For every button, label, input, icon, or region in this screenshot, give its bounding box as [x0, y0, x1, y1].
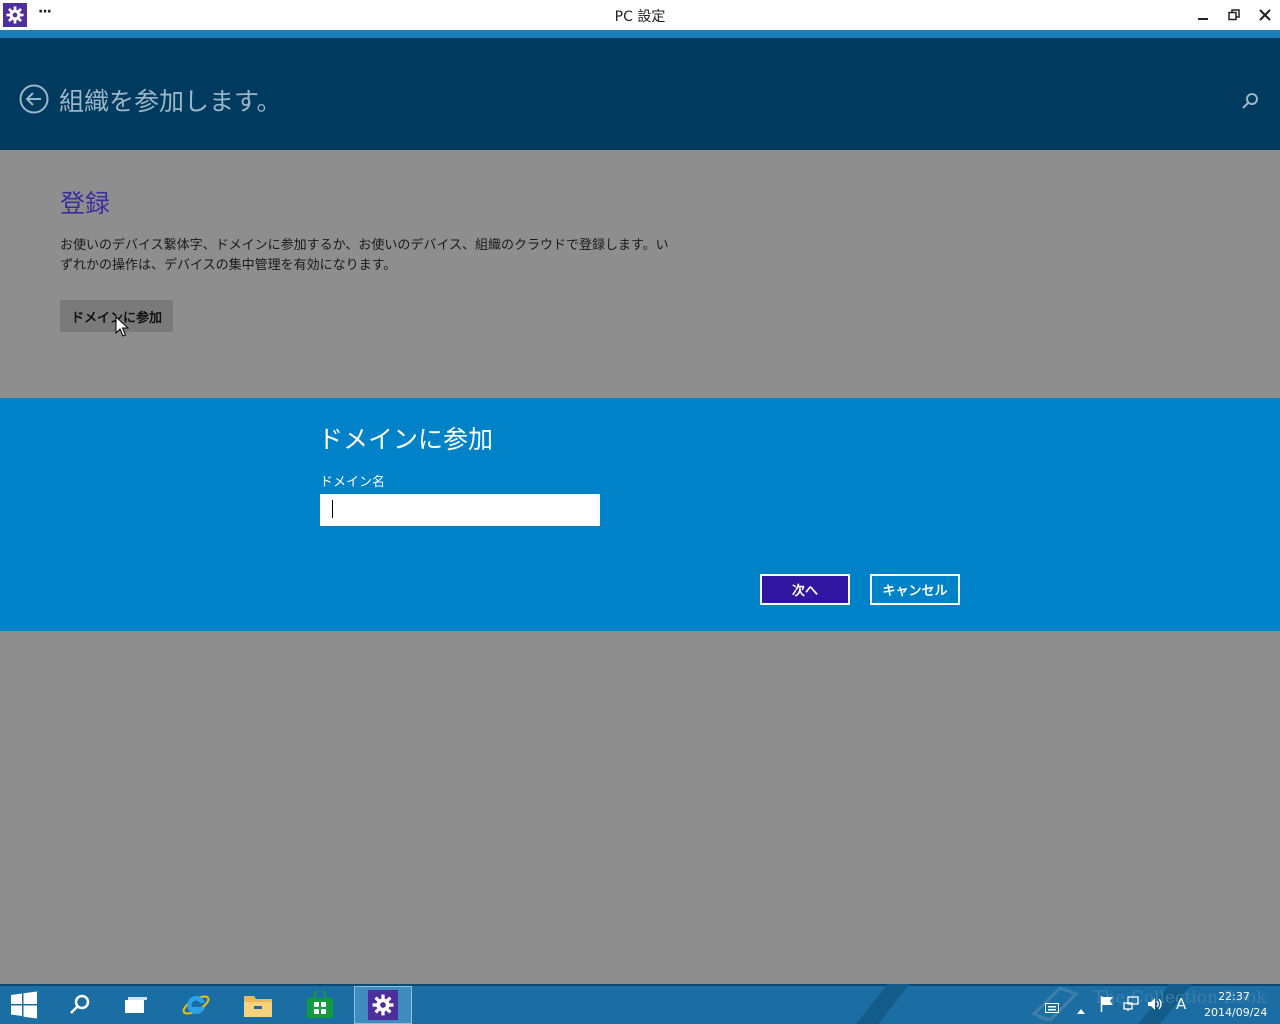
window-titlebar: ··· PC 設定	[0, 0, 1280, 30]
window-title: PC 設定	[614, 9, 666, 25]
section-title: 登録	[60, 189, 111, 218]
section-description: お使いのデバイス繋体字、ドメインに参加するか、お使いのデバイス、組織のクラウドで…	[60, 238, 669, 273]
join-domain-dialog: ドメインに参加 ドメイン名 次へ キャンセル	[0, 398, 1280, 631]
internet-explorer-icon[interactable]	[176, 986, 216, 1024]
action-center-flag-icon[interactable]	[1100, 996, 1114, 1016]
accent-band	[0, 30, 1280, 38]
minimize-button[interactable]	[1188, 0, 1218, 30]
domain-name-label: ドメイン名	[320, 475, 386, 490]
keyboard-icon[interactable]	[1045, 998, 1059, 1017]
file-explorer-icon[interactable]	[238, 986, 278, 1024]
clock-date: 2014/09/24	[1204, 1006, 1268, 1019]
ime-indicator[interactable]: A	[1176, 995, 1186, 1013]
domain-name-input[interactable]	[320, 494, 600, 526]
search-icon[interactable]	[60, 986, 100, 1024]
next-button[interactable]: 次へ	[760, 574, 850, 605]
text-caret	[332, 500, 333, 518]
restore-button[interactable]	[1219, 0, 1249, 30]
cancel-button[interactable]: キャンセル	[870, 574, 960, 605]
taskbar: The Collection Book A 22:37 2014/09/24	[0, 984, 1280, 1024]
dialog-title: ドメインに参加	[318, 425, 494, 454]
tray-expand-icon[interactable]	[1076, 1000, 1086, 1019]
search-icon[interactable]	[1240, 91, 1260, 111]
page-header: 組織を参加します。	[0, 38, 1280, 150]
settings-icon[interactable]	[354, 986, 412, 1024]
task-view-icon[interactable]	[116, 986, 156, 1024]
mouse-cursor-icon	[115, 315, 130, 342]
back-arrow-icon[interactable]	[19, 84, 49, 114]
network-icon[interactable]	[1123, 996, 1139, 1016]
page-title: 組織を参加します。	[59, 87, 282, 116]
clock-time: 22:37	[1218, 990, 1250, 1003]
volume-icon[interactable]	[1147, 996, 1163, 1016]
store-icon[interactable]	[300, 986, 340, 1024]
clock[interactable]: 22:37 2014/09/24	[1204, 989, 1268, 1021]
taskbar-decoration	[840, 984, 918, 1024]
close-button[interactable]	[1250, 0, 1280, 30]
start-icon[interactable]	[4, 986, 44, 1024]
